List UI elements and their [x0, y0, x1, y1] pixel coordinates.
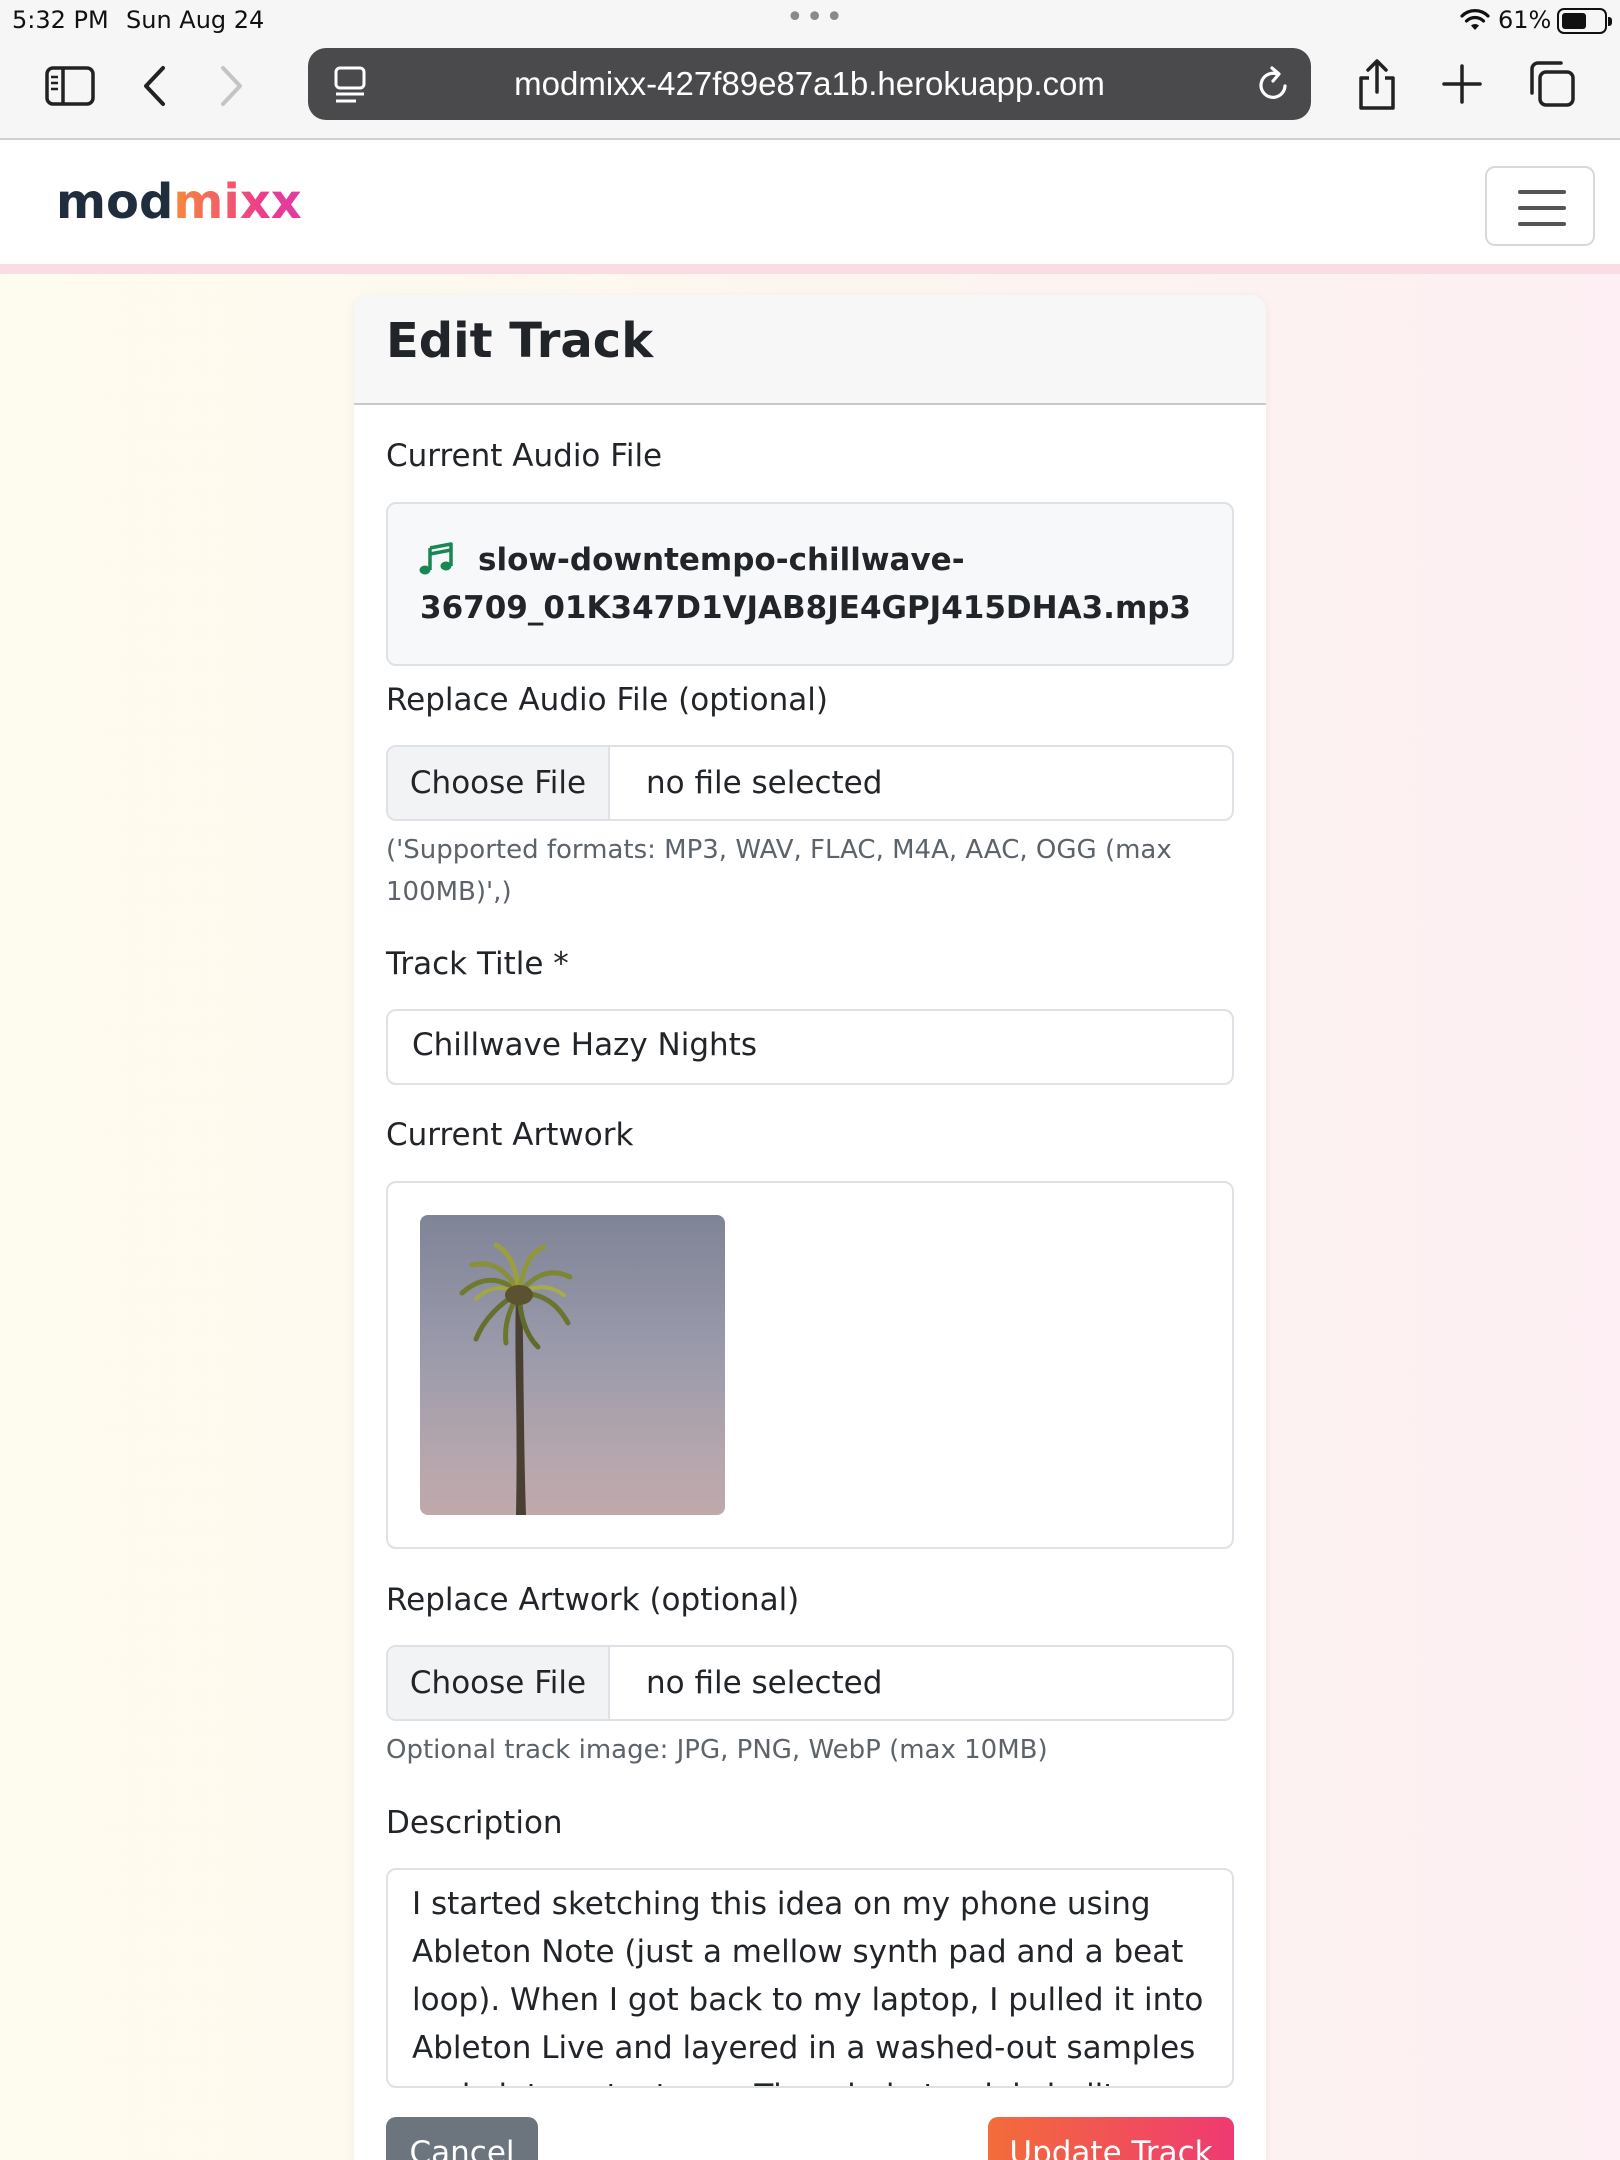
- current-artwork-label: Current Artwork: [386, 1117, 634, 1153]
- replace-audio-label: Replace Audio File (optional): [386, 682, 828, 718]
- audio-filename-line2: 36709_01K347D1VJAB8JE4GPJ415DHA3.mp3: [420, 590, 1192, 626]
- description-textarea[interactable]: I started sketching this idea on my phon…: [386, 1868, 1234, 2088]
- brand-part2: mixx: [173, 174, 302, 230]
- page-title: Edit Track: [386, 313, 654, 369]
- replace-audio-input[interactable]: Choose File no file selected: [386, 745, 1234, 821]
- cancel-button[interactable]: Cancel: [386, 2117, 538, 2160]
- battery-icon: [1557, 8, 1612, 34]
- choose-audio-button[interactable]: Choose File: [388, 747, 610, 819]
- brand-logo[interactable]: modmixx: [56, 174, 302, 230]
- description-label: Description: [386, 1805, 563, 1841]
- track-title-label: Track Title *: [386, 946, 569, 982]
- reload-icon[interactable]: [1255, 64, 1293, 104]
- sidebar-icon[interactable]: [40, 60, 100, 112]
- status-time: 5:32 PM: [12, 6, 109, 34]
- replace-artwork-input[interactable]: Choose File no file selected: [386, 1645, 1234, 1721]
- replace-artwork-label: Replace Artwork (optional): [386, 1582, 800, 1618]
- track-title-input[interactable]: Chillwave Hazy Nights: [386, 1009, 1234, 1085]
- artwork-image: [420, 1215, 725, 1515]
- hamburger-icon[interactable]: [1485, 166, 1595, 246]
- url-text: modmixx-427f89e87a1b.herokuapp.com: [514, 65, 1105, 102]
- update-track-button[interactable]: Update Track: [988, 2117, 1234, 2160]
- browser-toolbar: modmixx-427f89e87a1b.herokuapp.com: [0, 42, 1620, 140]
- status-date: Sun Aug 24: [126, 6, 265, 34]
- multitasking-dots-icon[interactable]: •••: [786, 0, 845, 35]
- card-header: Edit Track: [354, 295, 1266, 405]
- tabs-icon[interactable]: [1526, 58, 1578, 110]
- audio-format-help: ('Supported formats: MP3, WAV, FLAC, M4A…: [386, 835, 1172, 907]
- audio-file-status: no file selected: [646, 765, 883, 801]
- wifi-icon: [1460, 9, 1490, 30]
- brand-part1: mod: [56, 174, 174, 230]
- app-navbar: modmixx: [0, 140, 1620, 274]
- status-bar: 5:32 PM Sun Aug 24 ••• 61%: [0, 0, 1620, 42]
- current-audio-file: slow-downtempo-chillwave- 36709_01K347D1…: [386, 502, 1234, 666]
- share-icon[interactable]: [1352, 54, 1402, 116]
- music-note-icon: [419, 542, 453, 575]
- current-audio-label: Current Audio File: [386, 438, 663, 474]
- address-bar[interactable]: modmixx-427f89e87a1b.herokuapp.com: [308, 48, 1311, 120]
- artwork-format-help: Optional track image: JPG, PNG, WebP (ma…: [386, 1735, 1048, 1765]
- edit-track-card: Edit Track Current Audio File slow-downt…: [354, 295, 1266, 2160]
- audio-filename-line1: slow-downtempo-chillwave-: [478, 542, 965, 578]
- battery-percent: 61%: [1498, 6, 1552, 34]
- artwork-file-status: no file selected: [646, 1665, 883, 1701]
- back-chevron-icon[interactable]: [134, 58, 174, 114]
- forward-chevron-icon[interactable]: [212, 58, 252, 114]
- choose-artwork-button[interactable]: Choose File: [388, 1647, 610, 1719]
- plus-icon[interactable]: [1440, 60, 1484, 108]
- current-artwork-box: [386, 1181, 1234, 1549]
